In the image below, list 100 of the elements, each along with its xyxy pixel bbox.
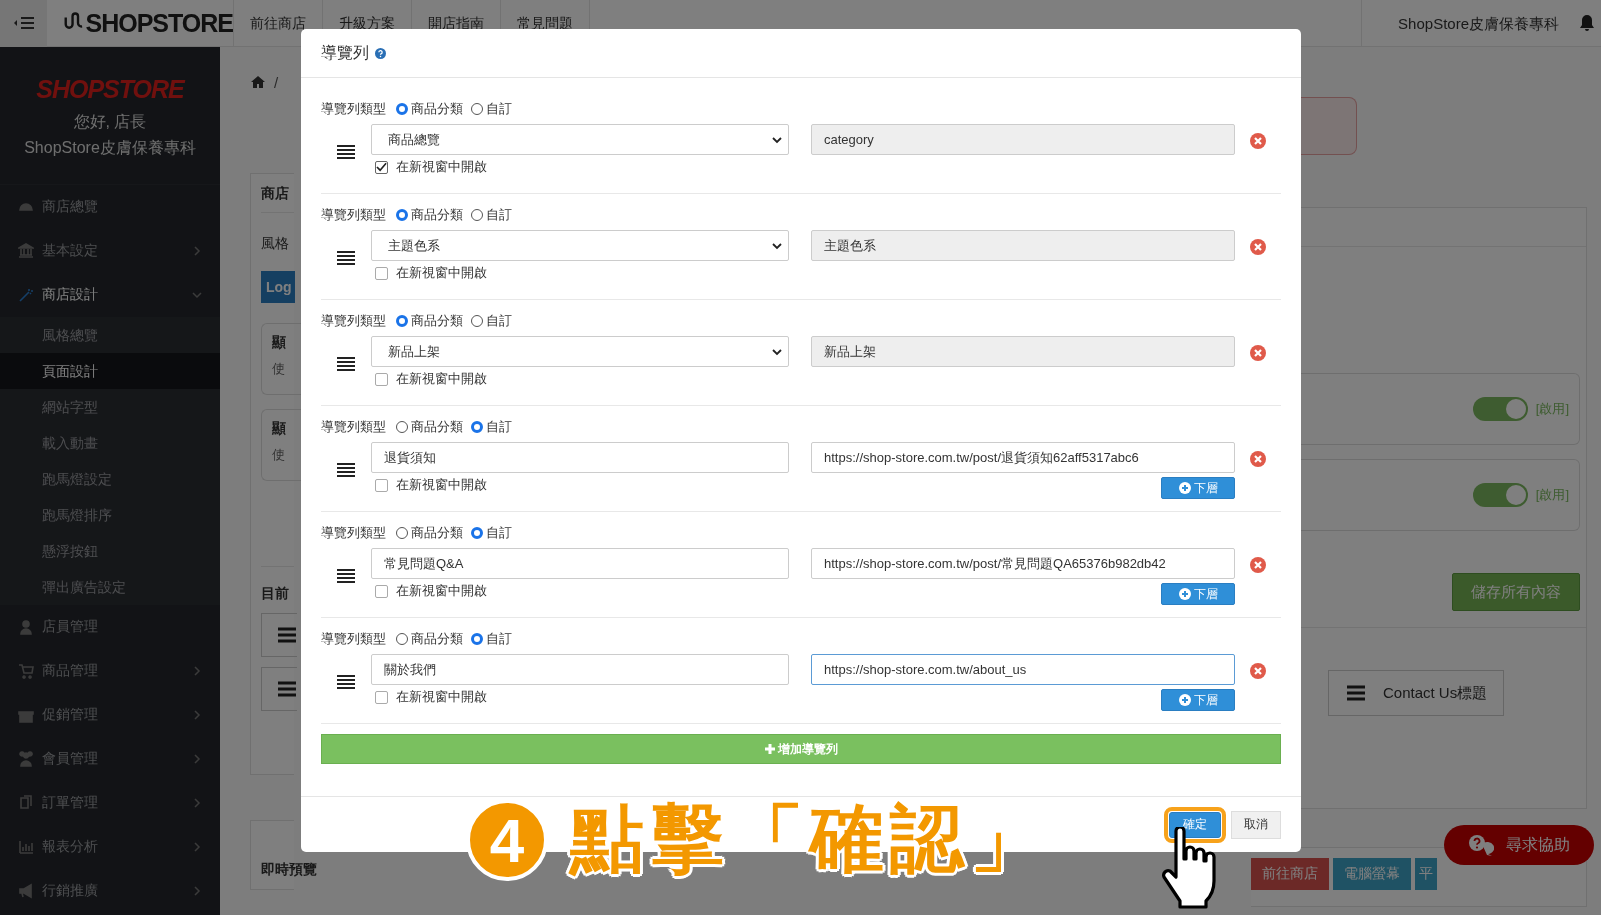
url-field[interactable]: https://shop-store.com.tw/post/常見問題QA65376b982db42 (811, 548, 1235, 579)
delete-icon[interactable] (1250, 133, 1266, 149)
radio-button[interactable] (396, 103, 408, 115)
chevron-right-icon (192, 886, 202, 896)
delete-icon[interactable] (1250, 239, 1266, 255)
field-label: 導覽列類型 (321, 630, 386, 648)
menu-list-item[interactable] (261, 613, 297, 657)
drag-handle-icon (278, 681, 296, 697)
sublevel-button[interactable]: 下層 (1161, 689, 1235, 711)
checkbox[interactable] (375, 266, 388, 280)
radio-option[interactable]: 商品分類 (396, 206, 463, 224)
radio-button[interactable] (396, 209, 408, 221)
link-field[interactable]: 主題色系 (811, 230, 1235, 261)
delete-icon[interactable] (1250, 345, 1266, 361)
preview-button[interactable]: 前往商店 (1251, 858, 1329, 890)
radio-option[interactable]: 自訂 (471, 418, 512, 436)
sidebar-toggle-button[interactable] (0, 0, 47, 47)
sublevel-button[interactable]: 下層 (1161, 583, 1235, 605)
url-field[interactable]: https://shop-store.com.tw/about_us (811, 654, 1235, 685)
menu-item-icon (18, 287, 34, 303)
home-icon[interactable] (250, 75, 266, 89)
plus-circle-icon (1178, 588, 1191, 600)
menu-item-icon (18, 795, 34, 811)
plus-circle-icon (1178, 482, 1191, 494)
breadcrumb-separator: / (274, 73, 279, 91)
checkbox-option[interactable]: 在新視窗中開啟 (371, 370, 789, 388)
checkbox-option[interactable]: 在新視窗中開啟 (371, 476, 789, 494)
menu-item-icon (18, 243, 34, 259)
field-label: 導覽列類型 (321, 418, 386, 436)
logo-text: SHOPSTORE (85, 8, 233, 38)
plus-circle-icon (1178, 694, 1191, 706)
checkbox-option[interactable]: 在新視窗中開啟 (371, 158, 789, 176)
menu-list-item[interactable] (261, 667, 297, 711)
category-select[interactable]: 新品上架 (371, 336, 789, 367)
checkbox[interactable] (375, 372, 388, 386)
drag-handle-icon[interactable] (337, 251, 355, 265)
radio-option[interactable]: 商品分類 (396, 312, 463, 330)
radio-button[interactable] (471, 633, 483, 645)
store-name: ShopStore皮膚保養專科 (24, 138, 196, 158)
plus-icon (764, 744, 775, 754)
toggle-switch[interactable] (1472, 397, 1528, 421)
chevron-down-icon (772, 347, 782, 356)
field-label: 風格 (261, 235, 289, 253)
radio-option[interactable]: 自訂 (471, 312, 512, 330)
drag-handle-icon[interactable] (337, 357, 355, 371)
drag-handle-icon (1347, 685, 1365, 701)
help-button[interactable]: 尋求協助 (1444, 825, 1594, 865)
delete-icon[interactable] (1250, 557, 1266, 573)
link-field[interactable]: 新品上架 (811, 336, 1235, 367)
radio-option[interactable]: 自訂 (471, 630, 512, 648)
name-field[interactable]: 關於我們 (371, 654, 789, 685)
setting-description: 使 (272, 446, 286, 464)
checkbox[interactable] (375, 584, 388, 598)
radio-option[interactable]: 商品分類 (396, 524, 463, 542)
cancel-button[interactable]: 取消 (1231, 810, 1281, 839)
category-select[interactable]: 商品總覽 (371, 124, 789, 155)
menu-list-item[interactable]: Contact Us標題 (1328, 670, 1504, 716)
radio-option[interactable]: 商品分類 (396, 630, 463, 648)
checkbox[interactable] (375, 690, 388, 704)
category-select[interactable]: 主題色系 (371, 230, 789, 261)
chevron-right-icon (192, 666, 202, 676)
drag-handle-icon[interactable] (337, 675, 355, 689)
checkbox-option[interactable]: 在新視窗中開啟 (371, 688, 789, 706)
greeting-text: 您好, 店長 (73, 112, 147, 132)
sidebar-subitem[interactable]: 頁面設計 (0, 353, 220, 389)
checkbox[interactable] (375, 160, 388, 174)
sublevel-button[interactable]: 下層 (1161, 477, 1235, 499)
drag-handle-icon (278, 627, 296, 643)
radio-option[interactable]: 自訂 (471, 206, 512, 224)
drag-handle-icon[interactable] (337, 463, 355, 477)
chevron-right-icon (192, 710, 202, 720)
checkbox-option[interactable]: 在新視窗中開啟 (371, 264, 789, 282)
radio-option[interactable]: 商品分類 (396, 100, 463, 118)
toggle-switch[interactable] (1472, 483, 1528, 507)
radio-option[interactable]: 自訂 (471, 524, 512, 542)
bell-icon[interactable] (1579, 14, 1595, 32)
radio-option[interactable]: 自訂 (471, 100, 512, 118)
logo-button[interactable]: Log (261, 271, 295, 303)
radio-option[interactable]: 商品分類 (396, 418, 463, 436)
chevron-down-icon (772, 241, 782, 250)
radio-button[interactable] (471, 421, 483, 433)
radio-button[interactable] (396, 315, 408, 327)
radio-button[interactable] (471, 527, 483, 539)
sidebar-item[interactable]: 商店設計 (0, 273, 220, 317)
store-name[interactable]: ShopStore皮膚保養專科 (1361, 0, 1579, 47)
name-field[interactable]: 退貨須知 (371, 442, 789, 473)
setting-description: 使 (272, 360, 286, 378)
delete-icon[interactable] (1250, 663, 1266, 679)
checkbox[interactable] (375, 478, 388, 492)
name-field[interactable]: 常見問題Q&A (371, 548, 789, 579)
drag-handle-icon[interactable] (337, 145, 355, 159)
field-label: 導覽列類型 (321, 524, 386, 542)
help-icon[interactable] (375, 47, 386, 59)
delete-icon[interactable] (1250, 451, 1266, 467)
checkbox-option[interactable]: 在新視窗中開啟 (371, 582, 789, 600)
url-field[interactable]: https://shop-store.com.tw/post/退貨須知62aff5317abc6 (811, 442, 1235, 473)
link-field[interactable]: category (811, 124, 1235, 155)
drag-handle-icon[interactable] (337, 569, 355, 583)
section-title: 目前 (261, 585, 289, 603)
menu-item-icon (18, 751, 34, 767)
